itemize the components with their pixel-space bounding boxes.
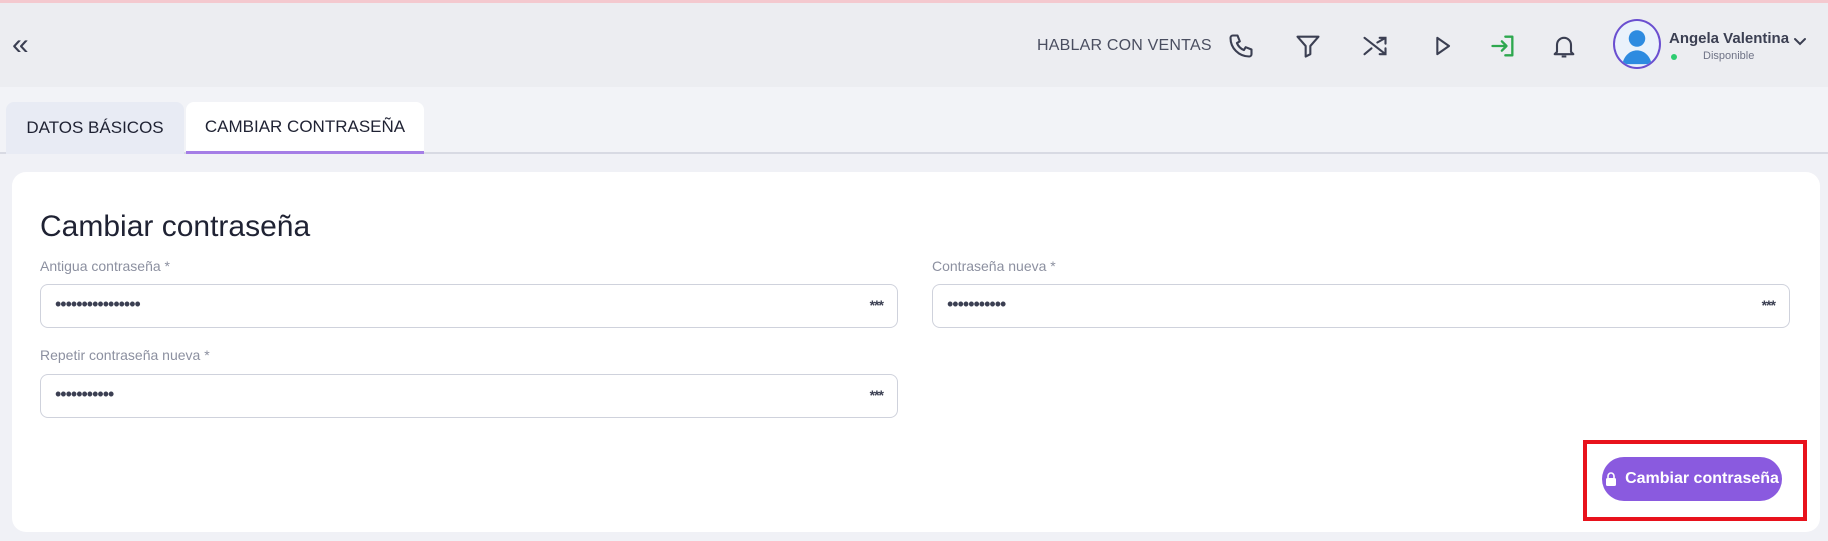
show-password-icon[interactable]: *** xyxy=(870,297,884,313)
user-name[interactable]: Angela Valentina xyxy=(1669,30,1789,47)
new-password-label: Contraseña nueva * xyxy=(932,258,1056,274)
login-icon[interactable] xyxy=(1489,32,1517,60)
show-password-icon[interactable]: *** xyxy=(870,387,884,403)
collapse-sidebar-icon[interactable]: « xyxy=(12,27,42,63)
talk-to-sales-link[interactable]: HABLAR CON VENTAS xyxy=(1037,37,1212,55)
phone-icon[interactable] xyxy=(1227,32,1255,60)
bell-icon[interactable] xyxy=(1550,32,1578,60)
old-password-field[interactable]: •••••••••••••••• *** xyxy=(40,284,898,328)
show-password-icon[interactable]: *** xyxy=(1762,297,1776,313)
chevron-down-icon[interactable] xyxy=(1792,33,1808,49)
old-password-value: •••••••••••••••• xyxy=(55,294,141,314)
page-title: Cambiar contraseña xyxy=(40,210,311,243)
new-password-value: ••••••••••• xyxy=(947,294,1006,314)
top-header: « HABLAR CON VENTAS Angela Valentina Dis… xyxy=(0,3,1828,87)
shuffle-icon[interactable] xyxy=(1361,32,1389,60)
repeat-password-value: ••••••••••• xyxy=(55,384,114,404)
repeat-password-label: Repetir contraseña nueva * xyxy=(40,347,210,363)
user-avatar[interactable] xyxy=(1613,19,1661,69)
tab-datos-basicos[interactable]: DATOS BÁSICOS xyxy=(6,102,184,154)
highlight-box xyxy=(1583,440,1807,521)
play-icon[interactable] xyxy=(1428,32,1456,60)
filter-icon[interactable] xyxy=(1294,32,1322,60)
status-indicator xyxy=(1671,54,1677,60)
repeat-password-field[interactable]: ••••••••••• *** xyxy=(40,374,898,418)
user-status: Disponible xyxy=(1703,50,1755,62)
new-password-field[interactable]: ••••••••••• *** xyxy=(932,284,1790,328)
tab-cambiar-contrasena[interactable]: CAMBIAR CONTRASEÑA xyxy=(186,102,424,154)
old-password-label: Antigua contraseña * xyxy=(40,258,170,274)
